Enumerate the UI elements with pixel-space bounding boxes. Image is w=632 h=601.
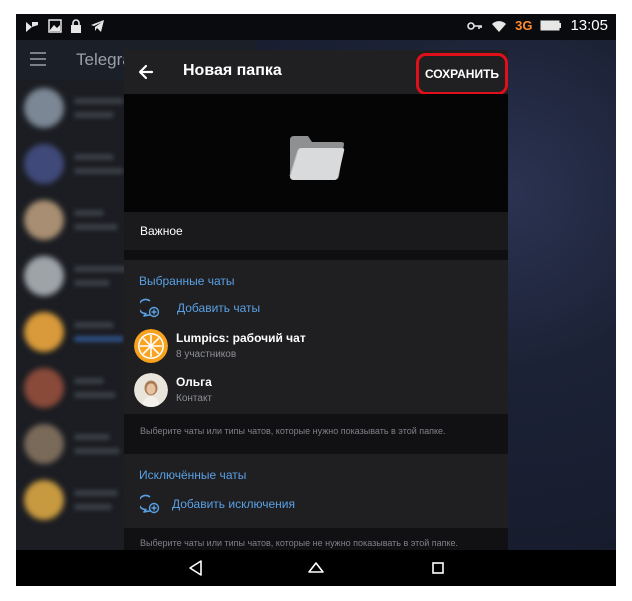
included-chats-hint: Выберите чаты или типы чатов, которые ну…	[124, 414, 508, 454]
excluded-chats-hint: Выберите чаты или типы чатов, которые не…	[124, 528, 508, 550]
chat-subtitle: Контакт	[176, 393, 213, 404]
page-title: Новая папка	[183, 62, 282, 79]
excluded-chats-title: Исключённые чаты	[139, 468, 247, 482]
add-exclusions-label: Добавить исключения	[172, 497, 295, 511]
divider	[124, 250, 508, 260]
save-button[interactable]: СОХРАНИТЬ	[416, 53, 508, 95]
folder-icon	[289, 136, 345, 180]
panel-toolbar: Новая папка СОХРАНИТЬ	[124, 50, 508, 95]
excluded-chats-section: Исключённые чаты Добавить исключения	[124, 454, 508, 528]
telegram-icon	[91, 20, 104, 32]
status-bar: 3G 13:05	[16, 14, 616, 40]
add-chat-icon	[140, 494, 160, 514]
folder-name-value: Важное	[140, 224, 183, 238]
person-photo-avatar	[134, 373, 168, 407]
battery-icon	[540, 20, 562, 31]
included-chats-section: Выбранные чаты Добавить чаты Lumpics: ра…	[124, 260, 508, 414]
device-screen: 3G 13:05 Telegra Новая папка СОХРАНИТЬ В…	[16, 14, 616, 586]
folder-name-field[interactable]: Важное	[124, 212, 508, 250]
status-bar-right-icons: 3G 13:05	[467, 17, 608, 34]
new-folder-panel: Новая папка СОХРАНИТЬ Важное Выбранные ч…	[124, 50, 508, 550]
lock-icon	[71, 19, 81, 33]
image-icon	[48, 19, 62, 33]
chat-name: Lumpics: рабочий чат	[176, 331, 306, 345]
status-bar-left-icons	[24, 19, 105, 35]
add-chats-label: Добавить чаты	[177, 301, 261, 315]
chat-item-lumpics[interactable]: Lumpics: рабочий чат 8 участников	[124, 324, 508, 368]
back-arrow-icon[interactable]	[132, 58, 160, 86]
network-type: 3G	[515, 18, 533, 33]
nav-home-icon[interactable]	[306, 558, 326, 578]
included-chats-title: Выбранные чаты	[139, 274, 235, 288]
folder-preview	[124, 94, 508, 212]
nav-back-icon[interactable]	[186, 558, 206, 578]
chat-name: Ольга	[176, 375, 212, 389]
nav-recents-icon[interactable]	[428, 558, 448, 578]
clock: 13:05	[570, 17, 608, 34]
navigation-bar	[16, 550, 616, 586]
orange-slice-avatar	[134, 329, 168, 363]
chat-subtitle: 8 участников	[176, 349, 237, 360]
add-chat-icon	[140, 298, 160, 318]
wifi-icon	[492, 20, 507, 32]
menu-icon[interactable]	[30, 52, 46, 66]
add-exclusions-button[interactable]: Добавить исключения	[124, 490, 508, 518]
notification-icon	[26, 22, 38, 32]
key-icon	[467, 21, 483, 30]
chat-item-olga[interactable]: Ольга Контакт	[124, 368, 508, 412]
add-chats-button[interactable]: Добавить чаты	[124, 294, 508, 322]
